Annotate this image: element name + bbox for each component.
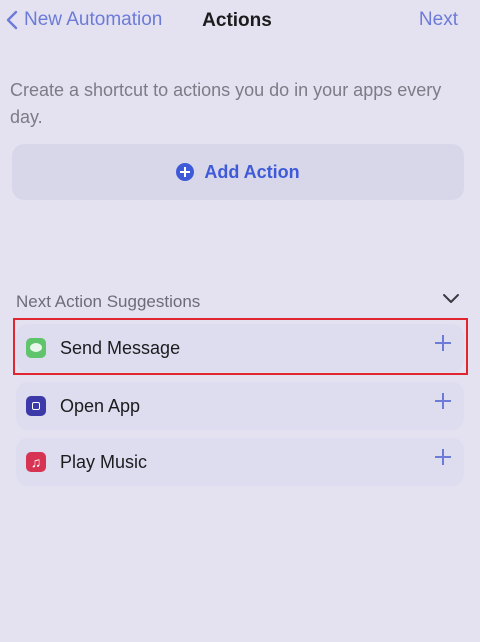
suggestion-send-message[interactable]: Send Message	[16, 324, 464, 372]
suggestion-play-music[interactable]: ♫ Play Music	[16, 438, 464, 486]
add-plus-icon[interactable]	[434, 392, 452, 410]
navigation-bar: New Automation Actions Next	[0, 0, 480, 44]
add-plus-icon[interactable]	[434, 448, 452, 466]
suggestions-header: Next Action Suggestions	[16, 290, 460, 314]
chevron-down-icon[interactable]	[442, 292, 460, 310]
add-action-button[interactable]: Add Action	[12, 144, 464, 200]
messages-app-icon	[26, 338, 46, 358]
page-title: Actions	[202, 10, 272, 31]
plus-circle-icon	[176, 163, 195, 181]
description-text: Create a shortcut to actions you do in y…	[10, 80, 442, 127]
suggestion-label: Play Music	[60, 452, 148, 472]
add-plus-icon[interactable]	[434, 334, 452, 352]
suggestion-label: Send Message	[60, 338, 181, 358]
music-app-icon: ♫	[26, 452, 46, 472]
suggestions-title: Next Action Suggestions	[16, 292, 201, 311]
open-app-icon	[26, 396, 46, 416]
next-button[interactable]: Next	[419, 9, 458, 31]
suggestion-label: Open App	[60, 396, 141, 416]
add-action-label: Add Action	[204, 161, 300, 182]
suggestion-open-app[interactable]: Open App	[16, 382, 464, 430]
